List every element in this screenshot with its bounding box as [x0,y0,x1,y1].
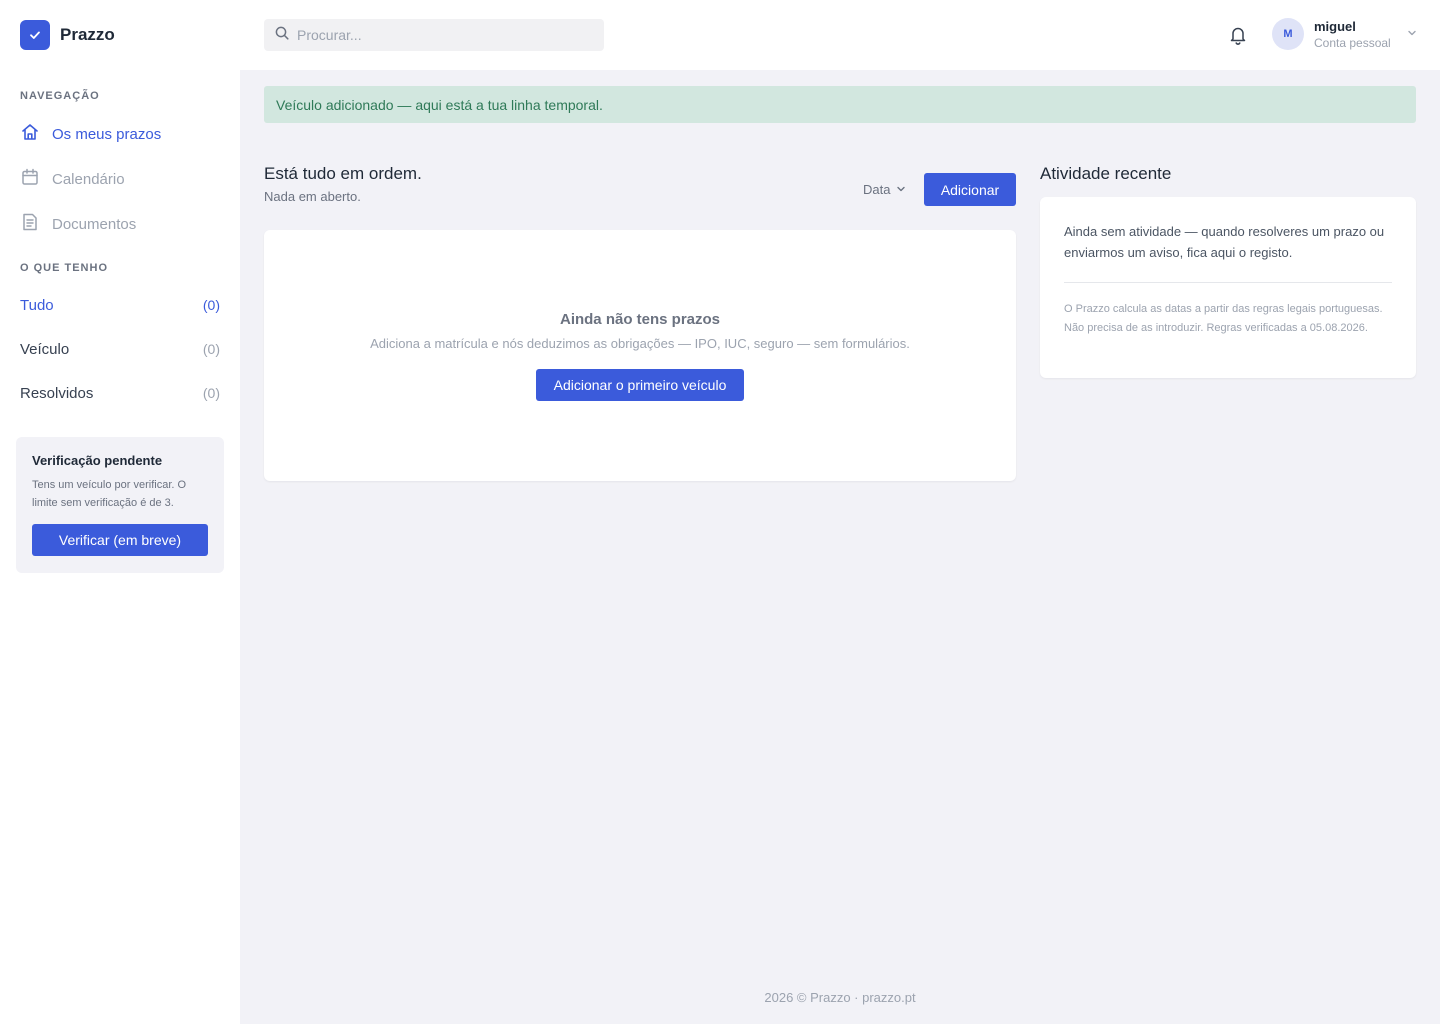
add-first-vehicle-button[interactable]: Adicionar o primeiro veículo [536,369,744,401]
avatar: M [1272,18,1304,50]
divider [1064,282,1392,283]
filter-label: Tudo [20,296,54,314]
verification-card: Verificação pendente Tens um veículo por… [16,437,224,573]
filter-all[interactable]: Tudo (0) [20,291,220,319]
activity-title: Atividade recente [1040,164,1172,183]
empty-state-title: Ainda não tens prazos [559,311,721,328]
brand-name: Prazzo [60,25,115,44]
verify-button[interactable]: Verificar (em breve) [32,524,208,556]
search-box[interactable] [264,19,604,51]
activity-card: Ainda sem atividade — quando resolveres … [1040,197,1416,378]
nav-item-calendar[interactable]: Calendário [20,164,220,194]
user-name: miguel [1314,18,1356,34]
nav-item-label: Documentos [52,215,137,233]
calendar-icon [20,167,40,191]
nav-heading: NAVEGAÇÃO [20,90,100,102]
checkmark-icon [20,20,50,50]
home-icon [20,122,40,146]
page-subtitle: Nada em aberto. [264,189,361,204]
bell-icon[interactable] [1228,24,1248,51]
filter-resolved[interactable]: Resolvidos (0) [20,379,220,407]
verification-text: Tens um veículo por verificar. O limite … [32,479,187,509]
nav-item-label: Os meus prazos [52,125,162,143]
chevron-down-icon [1407,25,1417,43]
empty-state-card: Ainda não tens prazos Adiciona a matrícu… [264,230,1016,481]
filter-count: (0) [202,297,220,313]
add-button[interactable]: Adicionar [924,173,1016,206]
filter-label: Veículo [20,340,70,358]
footer: 2026 © Prazzo · prazzo.pt [764,990,916,1005]
filter-vehicle[interactable]: Veículo (0) [20,335,220,363]
brand[interactable]: Prazzo [20,20,115,50]
document-icon [20,212,40,236]
verification-title: Verificação pendente [32,453,163,468]
search-icon [275,26,289,45]
search-input[interactable] [297,27,587,43]
filters-heading: O QUE TENHO [20,262,109,274]
nav-item-my-deadlines[interactable]: Os meus prazos [20,119,220,149]
filter-label: Resolvidos [20,384,94,402]
user-info: miguel Conta pessoal [1314,19,1391,50]
top-bar: M miguel Conta pessoal [240,0,1440,70]
user-account-type: Conta pessoal [1314,35,1391,50]
success-alert: Veículo adicionado — aqui está a tua lin… [264,86,1416,123]
filter-count: (0) [202,341,220,357]
sidebar: Prazzo NAVEGAÇÃO Os meus prazos Calendár… [0,0,240,1024]
chevron-down-icon [896,182,906,197]
sort-select[interactable]: Data [863,180,906,198]
nav-item-documents[interactable]: Documentos [20,209,220,239]
user-menu[interactable]: M miguel Conta pessoal [1272,18,1417,50]
activity-note: O Prazzo calcula as datas a partir das r… [1064,303,1383,334]
empty-state-text: Adiciona a matrícula e nós deduzimos as … [370,336,910,351]
filter-count: (0) [202,385,220,401]
activity-empty-text: Ainda sem atividade — quando resolveres … [1064,224,1385,260]
page-title: Está tudo em ordem. [264,164,422,183]
nav-item-label: Calendário [52,170,125,188]
sort-label: Data [863,181,891,197]
